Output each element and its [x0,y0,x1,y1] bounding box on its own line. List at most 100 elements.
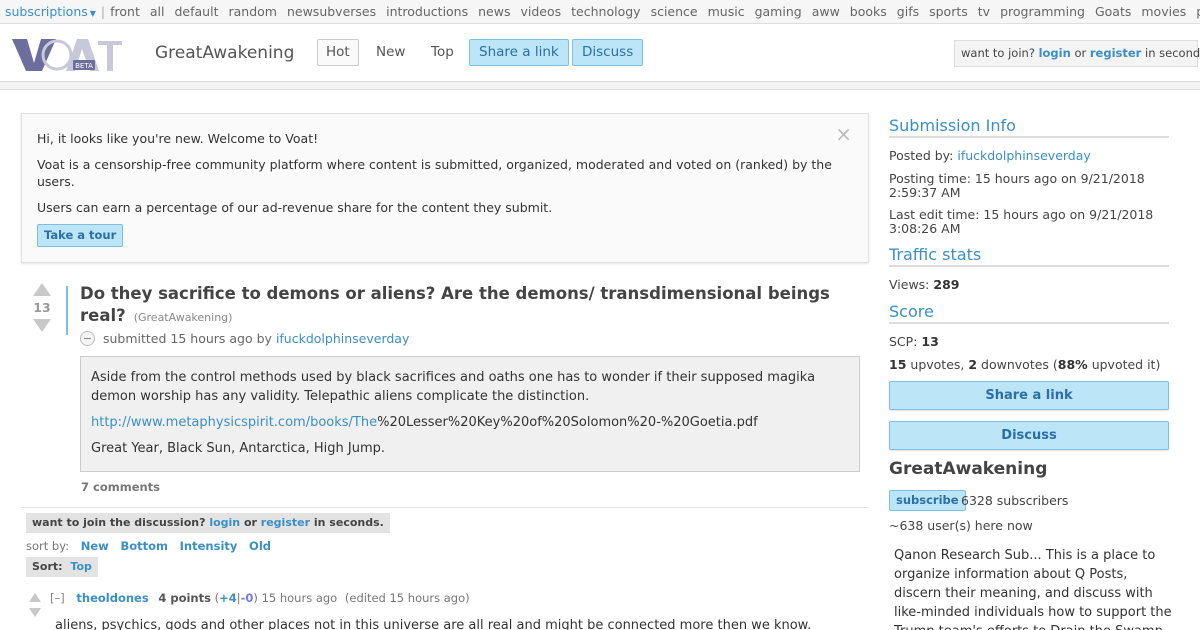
join-suffix: in seconds [1145,46,1200,60]
subverse-description: Qanon Research Sub... This is a place to… [889,538,1179,630]
upvoted-percent: 88% [1057,357,1088,372]
subscribe-button[interactable]: subscribe [889,490,966,511]
register-link[interactable]: register [1090,46,1141,60]
subverse-link-technology[interactable]: technology [571,4,640,19]
discussion-register-link[interactable]: register [261,516,310,529]
sort-bottom[interactable]: Bottom [120,539,168,553]
post-body-paragraph: Aside from the control methods used by b… [91,370,816,404]
subverse-link-movies[interactable]: movies [1141,4,1186,19]
post-score: 13 [33,300,51,315]
sort-label: Sort: [32,560,63,573]
sort-new[interactable]: New [81,539,109,553]
subverse-link-news[interactable]: news [478,4,510,19]
collapse-expando-icon[interactable] [80,331,95,346]
subscriptions-dropdown[interactable]: subscriptions ▼ [5,4,96,19]
comment-upvotes: +4 [219,591,237,605]
subverse-link-introductions[interactable]: introductions [386,4,468,19]
login-link[interactable]: login [1039,46,1071,60]
post-tagline: submitted 15 hours ago by ifuckdolphinse… [80,331,409,346]
discussion-login-link[interactable]: login [209,516,240,529]
welcome-line-3: Users can earn a percentage of our ad-re… [37,200,553,215]
discussion-prefix: want to join the discussion? [32,516,206,529]
subverse-link-all[interactable]: all [150,4,165,19]
downvote-arrow-icon[interactable] [33,319,51,332]
post-body-link[interactable]: http://www.metaphysicspirit.com/books/Th… [91,415,377,430]
posting-time: Posting time: 15 hours ago on 9/21/2018 … [889,171,1145,200]
sidebar-subverse-name[interactable]: GreatAwakening [889,459,1047,479]
beta-badge: BETA [75,62,93,70]
sort-top[interactable]: Top [70,560,91,573]
join-prefix: want to join? [961,46,1035,60]
subverse-title[interactable]: GreatAwakening [155,43,294,63]
current-sort: Sort: Top [26,557,98,577]
subverse-link-newsubverses[interactable]: newsubverses [287,4,376,19]
subverse-link-sports[interactable]: sports [929,4,968,19]
sort-by-label: sort by: [26,539,70,553]
comment-downvote-icon[interactable] [29,608,41,617]
vote-stats: 15 upvotes, 2 downvotes (88% upvoted it) [889,358,1169,372]
tab-hot[interactable]: Hot [317,39,359,66]
subverse-link-random[interactable]: random [228,4,276,19]
scp-value: 13 [921,334,939,349]
score-heading: Score [889,302,1169,324]
comment-author-link[interactable]: theoldones [76,591,148,605]
comment-collapse-toggle[interactable]: [–] [50,591,65,605]
divider [21,507,869,508]
main-content: × Hi, it looks like you're new. Welcome … [0,89,1200,630]
subverse-link-aww[interactable]: aww [812,4,840,19]
separator: | [100,4,106,19]
voat-logo[interactable]: BETA [12,39,124,71]
join-box: want to join? login or register in secon… [954,40,1200,67]
subverse-link-default[interactable]: default [175,4,219,19]
tab-new[interactable]: New [367,39,414,66]
subscriber-count: 6328 subscribers [961,493,1069,508]
subverse-link-music[interactable]: music [708,4,745,19]
subverse-bar: subscriptions ▼ | front all default random news… [0,0,1200,24]
join-or: or [1074,46,1087,60]
upvoted-suffix: upvoted it) [1091,357,1161,372]
sidebar-discuss-button[interactable]: Discuss [889,421,1169,450]
discuss-button[interactable]: Discuss [572,39,644,66]
subverse-link-goats[interactable]: Goats [1095,4,1131,19]
scp-stat: SCP: 13 [889,335,1169,349]
take-tour-button[interactable]: Take a tour [37,224,124,247]
subverse-link-programming[interactable]: programming [1000,4,1085,19]
post-domain[interactable]: (GreatAwakening) [134,311,233,324]
tab-top[interactable]: Top [422,39,463,66]
views-stat: Views: 289 [889,278,1169,292]
subverse-link-tv[interactable]: tv [978,4,990,19]
post-accent-bar [66,286,68,335]
comment-edited: (edited 15 hours ago) [344,591,470,605]
close-icon[interactable]: × [835,124,852,144]
subverse-link-gaming[interactable]: gaming [755,4,802,19]
posted-by-link[interactable]: ifuckdolphinseverday [957,148,1090,163]
sidebar-share-link-button[interactable]: Share a link [889,381,1169,410]
sort-old[interactable]: Old [249,539,271,553]
comment-vote [28,593,42,617]
submitted-text: submitted 15 hours ago by [102,331,272,346]
subverse-link-front[interactable]: front [110,4,140,19]
sort-intensity[interactable]: Intensity [180,539,238,553]
downvotes-count: 2 [968,357,978,372]
subverse-link-books[interactable]: books [850,4,887,19]
upvote-arrow-icon[interactable] [33,283,51,296]
welcome-panel: × Hi, it looks like you're new. Welcome … [21,113,869,263]
comments-count-link[interactable]: 7 comments [81,480,160,494]
post-author-link[interactable]: ifuckdolphinseverday [276,331,409,346]
post-vote: 13 [30,283,54,332]
share-link-button[interactable]: Share a link [469,39,569,66]
caret-down-icon: ▼ [89,9,96,18]
header: BETA GreatAwakening Hot New Top Share a … [0,24,1200,82]
subverse-link-gifs[interactable]: gifs [897,4,919,19]
subverse-link-p[interactable]: p [1196,4,1200,19]
join-discussion-box: want to join the discussion? login or re… [26,513,390,533]
subverse-list: front all default random newsubverses introdu… [110,4,1200,19]
post-body: Aside from the control methods used by b… [80,356,860,472]
comment-text: aliens, psychics, gods and other places … [55,618,812,630]
subverse-link-science[interactable]: science [651,4,698,19]
online-users: ~638 user(s) here now [889,518,1033,533]
subverse-link-videos[interactable]: videos [520,4,561,19]
comment-upvote-icon[interactable] [29,593,41,602]
traffic-stats-heading: Traffic stats [889,245,1169,267]
comment-downvotes: -0 [240,591,254,605]
